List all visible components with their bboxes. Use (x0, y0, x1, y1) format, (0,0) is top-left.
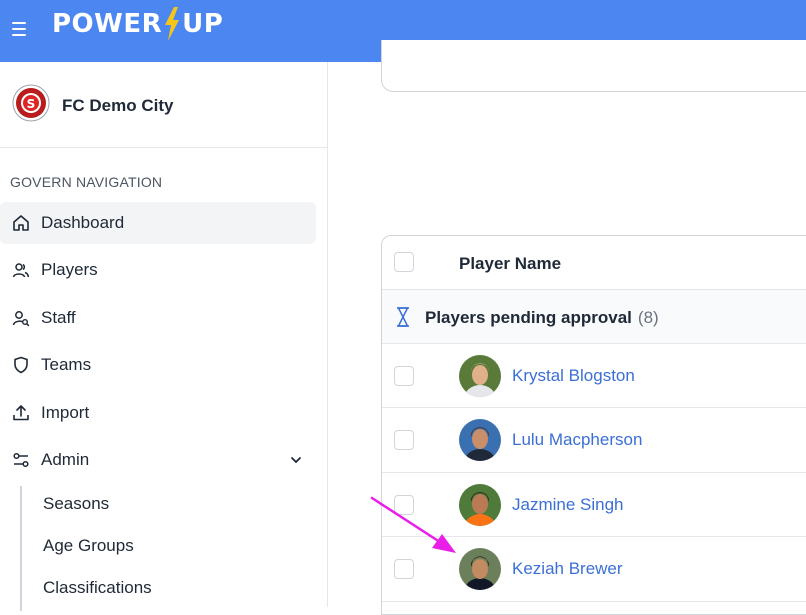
sidebar-item-players[interactable]: Players (0, 249, 316, 291)
sidebar-item-admin[interactable]: Admin (0, 439, 316, 481)
sidebar-subitem-age-groups[interactable]: Age Groups (43, 536, 134, 556)
group-row-pending[interactable]: Players pending approval (8) (382, 290, 806, 344)
column-header-player-name[interactable]: Player Name (459, 254, 561, 274)
table-header-row: Player Name (382, 236, 806, 290)
sidebar-item-teams[interactable]: Teams (0, 344, 316, 386)
avatar (459, 355, 501, 397)
table-row[interactable]: Jazmine Singh (382, 473, 806, 537)
shield-icon (11, 355, 31, 375)
home-icon (11, 213, 31, 233)
chevron-down-icon[interactable] (290, 454, 302, 466)
table-row[interactable]: Krystal Blogston (382, 344, 806, 408)
sidebar-item-label: Import (41, 403, 90, 422)
svg-text:S: S (27, 97, 36, 111)
sidebar-subitem-seasons[interactable]: Seasons (43, 494, 109, 514)
table-row[interactable]: Lulu Macpherson (382, 408, 806, 473)
row-checkbox[interactable] (394, 430, 414, 450)
admin-subnav-line (20, 486, 22, 611)
group-label: Players pending approval (8) (425, 308, 659, 328)
group-count: (8) (637, 308, 659, 327)
sidebar-subitem-classifications[interactable]: Classifications (43, 578, 152, 598)
sidebar-item-import[interactable]: Import (0, 392, 316, 434)
sidebar-item-label: Teams (41, 355, 92, 374)
select-all-checkbox[interactable] (394, 252, 414, 272)
upload-icon (11, 403, 31, 423)
sidebar-item-label: Admin (41, 450, 90, 469)
player-name-link[interactable]: Jazmine Singh (512, 495, 624, 515)
row-checkbox[interactable] (394, 366, 414, 386)
user-search-icon (11, 308, 31, 328)
sidebar-item-label: Staff (41, 308, 76, 327)
lightning-bolt-icon (165, 7, 180, 41)
app-logo[interactable]: POWER UP (52, 6, 223, 42)
menu-icon[interactable] (12, 22, 26, 36)
players-table: Player Name Players pending approval (8) … (381, 235, 806, 615)
table-row[interactable]: Keziah Brewer (382, 537, 806, 602)
sidebar-item-label: Dashboard (41, 213, 125, 232)
row-checkbox[interactable] (394, 495, 414, 515)
users-icon (11, 260, 31, 280)
player-name-link[interactable]: Lulu Macpherson (512, 430, 642, 450)
logo-text-up: UP (182, 9, 224, 39)
club-header[interactable]: S FC Demo City (0, 62, 327, 148)
sidebar-item-staff[interactable]: Staff (0, 297, 316, 339)
summary-card (381, 40, 806, 92)
player-name-link[interactable]: Keziah Brewer (512, 559, 623, 579)
nav-heading: GOVERN NAVIGATION (10, 174, 163, 190)
toggles-icon (11, 450, 31, 470)
club-crest-icon: S (12, 84, 50, 122)
hourglass-icon (397, 307, 409, 327)
sidebar-item-label: Players (41, 260, 98, 279)
player-name-link[interactable]: Krystal Blogston (512, 366, 635, 386)
avatar (459, 548, 501, 590)
club-name: FC Demo City (62, 96, 174, 115)
logo-text-power: POWER (52, 9, 163, 39)
avatar (459, 484, 501, 526)
sidebar-item-dashboard[interactable]: Dashboard (0, 202, 316, 244)
sidebar: S FC Demo City GOVERN NAVIGATION Dashboa… (0, 62, 328, 611)
avatar (459, 419, 501, 461)
row-checkbox[interactable] (394, 559, 414, 579)
group-label-text: Players pending approval (425, 308, 632, 327)
